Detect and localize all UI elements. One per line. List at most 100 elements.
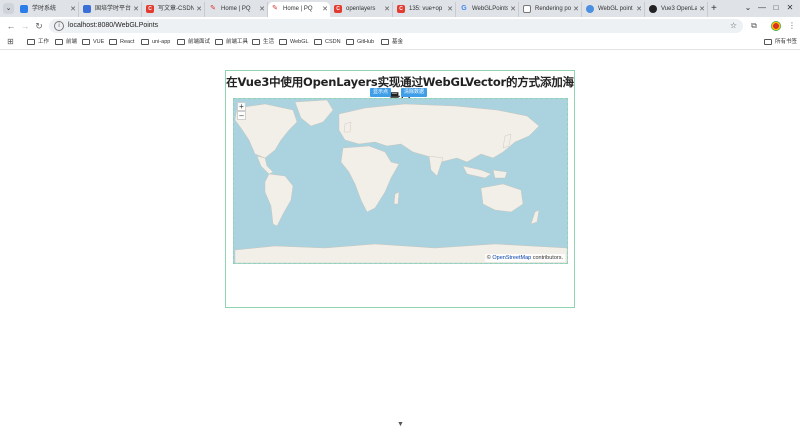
all-bookmarks-folder[interactable]: 所有书签	[764, 35, 797, 49]
back-button[interactable]: ←	[5, 20, 17, 32]
bookmark-folder[interactable]: GitHub	[346, 35, 374, 49]
csdn-icon: C	[146, 5, 154, 13]
tab-10[interactable]: WebGL point ✕	[583, 2, 645, 17]
tab-search-chevron-icon[interactable]: ⌄	[3, 3, 14, 14]
close-icon[interactable]: ✕	[573, 2, 579, 17]
tab-title: Home | PQ	[221, 6, 251, 12]
folder-icon	[27, 39, 35, 45]
feather-icon: ✎	[272, 5, 278, 12]
tab-5-active[interactable]: ✎ Home | PQ ✕	[268, 2, 330, 17]
tab-title: Rendering po	[535, 6, 571, 12]
close-icon[interactable]: ✕	[70, 2, 76, 17]
tab-4[interactable]: ✎ Home | PQ ✕	[206, 2, 268, 17]
tab-title: Home | PQ	[283, 6, 313, 12]
zoom-out-button[interactable]: –	[237, 111, 246, 120]
address-bar[interactable]: i localhost:8080/WebGLPoints ☆	[49, 19, 743, 33]
close-icon[interactable]: ✕	[447, 2, 453, 17]
tab-2[interactable]: 国培学时平台 ✕	[80, 2, 142, 17]
tab-1[interactable]: 学时系统 ✕	[17, 2, 79, 17]
tab-title: 国培学时平台	[95, 6, 131, 12]
tab-title: Vue3 OpenLa	[661, 6, 697, 12]
folder-icon	[764, 39, 772, 45]
folder-icon	[279, 39, 287, 45]
url-text[interactable]: localhost:8080/WebGLPoints	[68, 19, 158, 33]
bookmark-folder[interactable]: 生活	[252, 35, 274, 49]
document-icon	[523, 5, 531, 13]
world-map	[235, 100, 567, 263]
page-container: 在Vue3中使用OpenLayers实现通过WebGLVector的方式添加海量…	[225, 70, 575, 308]
tab-title: WebGLPoints	[472, 6, 508, 12]
minimize-button[interactable]: —	[756, 1, 768, 15]
folder-icon	[215, 39, 223, 45]
close-icon[interactable]: ✕	[322, 2, 328, 17]
close-window-button[interactable]: ✕	[784, 1, 796, 15]
close-icon[interactable]: ✕	[699, 2, 705, 17]
chevron-down-icon[interactable]: ⌄	[742, 1, 754, 15]
new-tab-button[interactable]: +	[711, 2, 717, 15]
info-icon[interactable]: i	[54, 21, 64, 31]
tab-title: WebGL point	[598, 6, 633, 12]
close-icon[interactable]: ✕	[133, 2, 139, 17]
folder-icon	[109, 39, 117, 45]
tab-7[interactable]: C 135: vue+op ✕	[394, 2, 456, 17]
bookmark-folder[interactable]: WebGL	[279, 35, 309, 49]
star-icon[interactable]: ☆	[730, 19, 737, 33]
globe-icon	[586, 5, 594, 13]
profile-avatar[interactable]	[771, 21, 781, 31]
reload-button[interactable]: ↻	[33, 20, 45, 32]
google-icon: G	[461, 5, 467, 12]
folder-icon	[346, 39, 354, 45]
tab-title: 写文章-CSDN	[158, 6, 194, 12]
github-icon	[649, 5, 657, 13]
tab-favicon-icon	[83, 5, 91, 13]
tab-9[interactable]: Rendering po ✕	[520, 2, 582, 17]
bookmark-folder[interactable]: VUE	[82, 35, 104, 49]
folder-icon	[252, 39, 260, 45]
folder-icon	[82, 39, 90, 45]
forward-button[interactable]: →	[19, 20, 31, 32]
clear-data-button[interactable]: 清除数据	[401, 88, 428, 97]
tab-6[interactable]: C openlayers ✕	[331, 2, 393, 17]
extensions-icon[interactable]: ⧉	[748, 20, 760, 32]
csdn-icon: C	[397, 5, 405, 13]
tab-title: openlayers	[346, 6, 376, 12]
close-icon[interactable]: ✕	[510, 2, 516, 17]
csdn-icon: C	[334, 5, 342, 13]
bookmark-folder[interactable]: CSDN	[314, 35, 341, 49]
feather-icon: ✎	[210, 5, 216, 12]
maximize-button[interactable]: □	[770, 1, 782, 15]
tab-3[interactable]: C 写文章-CSDN ✕	[143, 2, 205, 17]
chevron-down-icon[interactable]: ▼	[397, 421, 404, 428]
bookmarks-bar: ⊞ 工作 前端 VUE React uni-app 前端面试 前端工具 生活 W…	[0, 35, 800, 50]
map-attribution: © OpenStreetMap contributors.	[484, 254, 565, 262]
folder-icon	[314, 39, 322, 45]
folder-icon	[55, 39, 63, 45]
bookmark-folder[interactable]: 前端工具	[215, 35, 248, 49]
bookmark-folder[interactable]: React	[109, 35, 134, 49]
bookmark-folder[interactable]: 工作	[27, 35, 49, 49]
bookmark-folder[interactable]: 前端面试	[177, 35, 210, 49]
bookmark-folder[interactable]: 前端	[55, 35, 77, 49]
bookmark-folder[interactable]: uni-app	[141, 35, 170, 49]
zoom-in-button[interactable]: +	[237, 102, 246, 111]
tab-8[interactable]: G WebGLPoints ✕	[457, 2, 519, 17]
close-icon[interactable]: ✕	[636, 2, 642, 17]
tab-favicon-icon	[20, 5, 28, 13]
tab-title: 学时系统	[32, 6, 57, 12]
openstreetmap-link[interactable]: OpenStreetMap	[492, 255, 531, 261]
kebab-menu-icon[interactable]: ⋮	[786, 20, 798, 32]
folder-icon	[141, 39, 149, 45]
tab-title: 135: vue+op	[409, 6, 443, 12]
map-viewport[interactable]: + – © OpenStreetMap contributors.	[233, 98, 568, 264]
close-icon[interactable]: ✕	[384, 2, 390, 17]
folder-icon	[381, 39, 389, 45]
tab-strip: ⌄ 学时系统 ✕ 国培学时平台 ✕ C 写文章-CSDN ✕ ✎ Home | …	[0, 0, 800, 17]
toolbar: ← → ↻ i localhost:8080/WebGLPoints ☆ ⧉ ⋮	[0, 17, 800, 35]
apps-grid-icon[interactable]: ⊞	[7, 38, 15, 46]
tab-11[interactable]: Vue3 OpenLa ✕	[646, 2, 708, 17]
bookmark-folder[interactable]: 基金	[381, 35, 403, 49]
show-points-button[interactable]: 显示点	[370, 88, 392, 97]
close-icon[interactable]: ✕	[259, 2, 265, 17]
folder-icon	[177, 39, 185, 45]
close-icon[interactable]: ✕	[196, 2, 202, 17]
